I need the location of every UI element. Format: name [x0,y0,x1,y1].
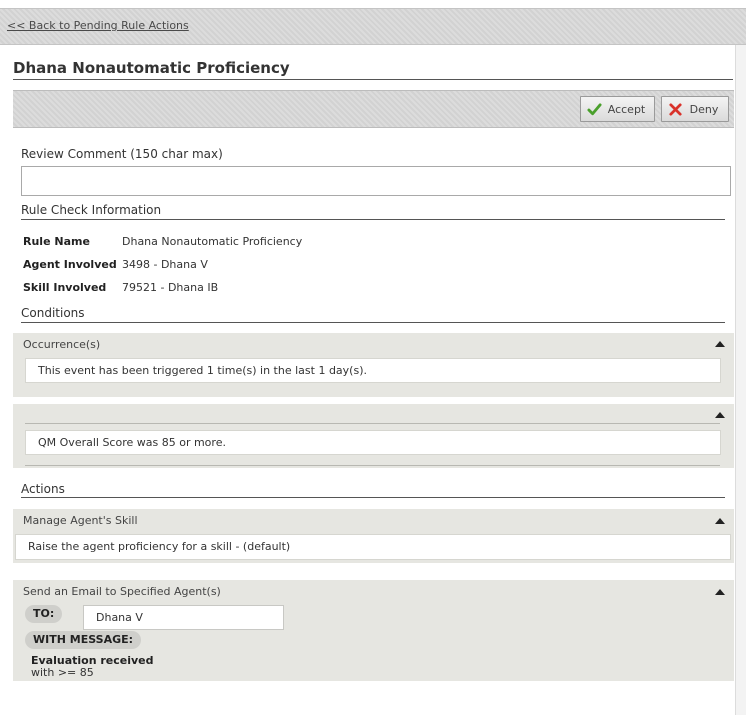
deny-label: Deny [689,102,719,116]
action-panel-manage-skill: Manage Agent's Skill Raise the agent pro… [13,509,734,563]
checkmark-icon [587,103,602,116]
with-message-label-pill: WITH MESSAGE: [25,631,142,649]
action-panel-title: Manage Agent's Skill [23,514,138,527]
condition-panel-occurrence: Occurrence(s) This event has been trigge… [13,333,734,397]
top-nav-bar: << Back to Pending Rule Actions [0,8,746,45]
rule-name-key: Rule Name [23,235,90,248]
deny-button[interactable]: Deny [661,96,729,122]
email-to-field: Dhana V [83,605,284,630]
condition-text: QM Overall Score was 85 or more. [25,430,721,455]
action-text: Raise the agent proficiency for a skill … [15,534,731,560]
page-title: Dhana Nonautomatic Proficiency [13,59,290,77]
accept-label: Accept [607,102,646,116]
collapse-triangle-icon[interactable] [715,589,725,595]
collapse-triangle-icon[interactable] [715,412,725,418]
condition-panel-divider [25,465,720,466]
back-to-pending-link[interactable]: << Back to Pending Rule Actions [7,19,189,32]
skill-involved-value: 79521 - Dhana IB [122,281,219,294]
action-panel-send-email: Send an Email to Specified Agent(s) TO: … [13,580,734,681]
conditions-heading: Conditions [21,306,85,320]
actions-divider [21,497,725,498]
agent-involved-key: Agent Involved [23,258,117,271]
x-icon [669,103,682,116]
to-label-pill: TO: [25,605,63,623]
email-message-body: with >= 85 [31,666,94,679]
rule-name-value: Dhana Nonautomatic Proficiency [122,235,303,248]
condition-panel-qm-score: QM Overall Score was 85 or more. [13,404,734,468]
condition-panel-title: Occurrence(s) [23,338,101,351]
action-panel-title: Send an Email to Specified Agent(s) [23,585,221,598]
review-comment-input[interactable] [21,166,731,196]
review-comment-label: Review Comment (150 char max) [21,147,223,161]
conditions-divider [21,322,725,323]
accept-button[interactable]: Accept [580,96,655,122]
title-divider [13,79,733,80]
vertical-scrollbar[interactable] [735,45,746,715]
collapse-triangle-icon[interactable] [715,341,725,347]
action-toolbar: Accept Deny [13,90,734,128]
condition-panel-divider [25,423,720,424]
rule-check-divider [21,219,725,220]
skill-involved-key: Skill Involved [23,281,107,294]
collapse-triangle-icon[interactable] [715,518,725,524]
agent-involved-value: 3498 - Dhana V [122,258,208,271]
actions-heading: Actions [21,482,65,496]
condition-text: This event has been triggered 1 time(s) … [25,358,721,383]
rule-check-heading: Rule Check Information [21,203,162,217]
